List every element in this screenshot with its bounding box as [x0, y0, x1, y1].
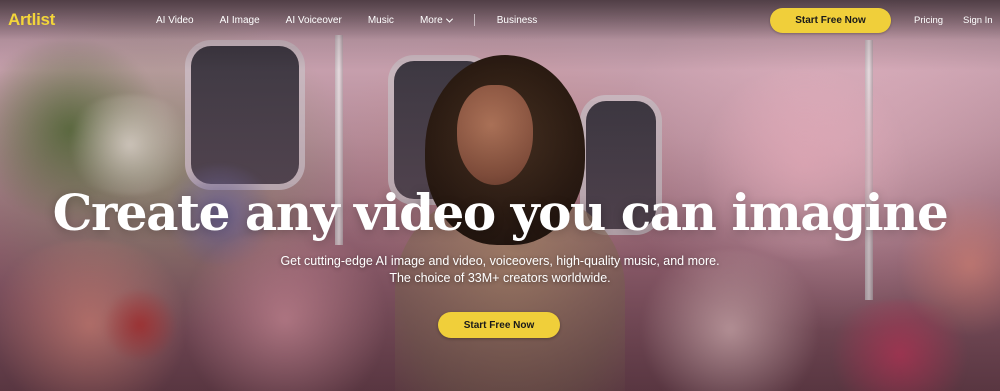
- start-free-now-button-hero[interactable]: Start Free Now: [438, 312, 560, 338]
- nav-links: AI Video AI Image AI Voiceover Music Mor…: [156, 14, 563, 26]
- top-navigation: Artlist AI Video AI Image AI Voiceover M…: [0, 0, 1000, 40]
- hero-subtitle-line-2: The choice of 33M+ creators worldwide.: [389, 271, 611, 285]
- nav-item-more-label: More: [419, 14, 443, 26]
- start-free-now-button-nav[interactable]: Start Free Now: [770, 8, 891, 33]
- nav-item-business[interactable]: Business: [497, 15, 538, 26]
- sign-in-link[interactable]: Sign In: [963, 15, 993, 26]
- hero-subtitle-line-1: Get cutting-edge AI image and video, voi…: [280, 254, 720, 268]
- hero-headline: Create any video you can imagine: [52, 183, 949, 242]
- nav-item-music[interactable]: Music: [368, 15, 394, 26]
- nav-divider: [473, 14, 475, 26]
- nav-item-ai-image[interactable]: AI Image: [220, 15, 260, 26]
- chevron-down-icon: [445, 15, 453, 23]
- nav-item-more[interactable]: More: [419, 14, 453, 26]
- nav-item-ai-video[interactable]: AI Video: [156, 15, 194, 26]
- nav-item-ai-voiceover[interactable]: AI Voiceover: [286, 15, 342, 26]
- pricing-link[interactable]: Pricing: [914, 15, 943, 26]
- artlist-logo[interactable]: Artlist: [8, 10, 55, 30]
